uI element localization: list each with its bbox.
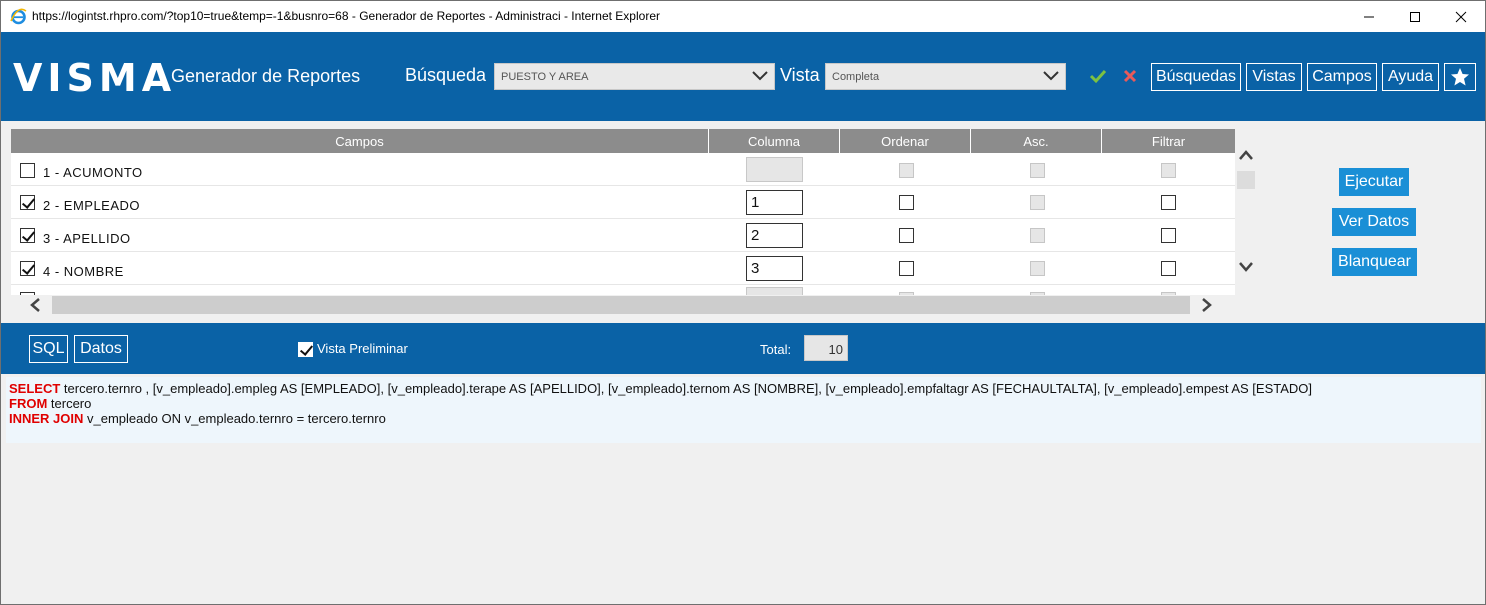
ordenar-checkbox: [899, 292, 914, 295]
header-campos: Campos: [11, 129, 709, 153]
vista-selected-value: Completa: [832, 71, 880, 83]
scroll-up-icon[interactable]: [1239, 149, 1253, 161]
close-icon: [1455, 11, 1467, 22]
field-label: 1 - ACUMONTO: [43, 165, 143, 180]
vista-select[interactable]: Completa: [825, 63, 1066, 90]
sql-keyword-select: SELECT: [9, 381, 61, 396]
vertical-scrollbar-thumb[interactable]: [1237, 171, 1255, 189]
filtrar-checkbox: [1161, 292, 1176, 295]
datos-button[interactable]: Datos: [74, 335, 128, 363]
cancel-x-icon[interactable]: [1122, 68, 1138, 84]
header-columna: Columna: [709, 129, 840, 153]
ordenar-checkbox[interactable]: [899, 195, 914, 210]
asc-checkbox: [1030, 292, 1045, 295]
asc-checkbox: [1030, 261, 1045, 276]
vista-preliminar-checkbox[interactable]: [298, 342, 313, 357]
ayuda-button[interactable]: Ayuda: [1382, 63, 1439, 91]
sql-from-text: tercero: [47, 396, 92, 411]
asc-checkbox: [1030, 195, 1045, 210]
filtrar-checkbox[interactable]: [1161, 261, 1176, 276]
minimize-button[interactable]: [1346, 1, 1392, 32]
grid-header: Campos Columna Ordenar Asc. Filtrar: [11, 129, 1235, 153]
internet-explorer-icon: [10, 8, 27, 25]
ver-datos-button[interactable]: Ver Datos: [1332, 208, 1416, 236]
filtrar-checkbox[interactable]: [1161, 195, 1176, 210]
total-label: Total:: [760, 342, 792, 357]
vistas-button[interactable]: Vistas: [1246, 63, 1302, 91]
busqueda-selected-value: PUESTO Y AREA: [501, 71, 589, 83]
scroll-left-icon[interactable]: [29, 298, 41, 312]
filtrar-checkbox[interactable]: [1161, 228, 1176, 243]
sql-join-text: v_empleado ON v_empleado.ternro = tercer…: [83, 411, 386, 426]
columna-input: [746, 287, 803, 295]
maximize-button[interactable]: [1392, 1, 1438, 32]
field-label: 4 - NOMBRE: [43, 264, 124, 279]
busqueda-select[interactable]: PUESTO Y AREA: [494, 63, 775, 90]
busquedas-button[interactable]: Búsquedas: [1151, 63, 1241, 91]
scroll-down-icon[interactable]: [1239, 261, 1253, 273]
grid-row: 2 - EMPLEADO 1: [11, 186, 1235, 219]
sql-keyword-join: INNER JOIN: [9, 411, 84, 426]
ordenar-checkbox[interactable]: [899, 261, 914, 276]
sql-join-line: INNER JOIN v_empleado ON v_empleado.tern…: [9, 411, 1478, 426]
blanquear-button[interactable]: Blanquear: [1332, 248, 1417, 276]
grid-row: [11, 285, 1235, 295]
minimize-icon: [1364, 16, 1374, 17]
grid-row: 1 - ACUMONTO: [11, 153, 1235, 186]
filtrar-checkbox: [1161, 163, 1176, 178]
visma-logo: VISMA: [13, 56, 177, 100]
chevron-down-icon: [752, 71, 768, 81]
window-title: https://logintst.rhpro.com/?top10=true&t…: [32, 9, 660, 23]
asc-checkbox: [1030, 228, 1045, 243]
busqueda-label: Búsqueda: [405, 65, 487, 85]
total-value: 10: [804, 335, 848, 361]
field-checkbox[interactable]: [20, 163, 35, 178]
app-header: VISMA Generador de Reportes Búsqueda PUE…: [1, 32, 1485, 121]
scroll-right-icon[interactable]: [1201, 298, 1213, 312]
sql-preview: SELECT tercero.ternro , [v_empleado].emp…: [6, 377, 1481, 443]
sql-keyword-from: FROM: [9, 396, 48, 411]
maximize-icon: [1410, 11, 1420, 22]
close-button[interactable]: [1438, 1, 1484, 32]
sql-button[interactable]: SQL: [29, 335, 68, 363]
ejecutar-button[interactable]: Ejecutar: [1339, 168, 1409, 196]
field-label: 3 - APELLIDO: [43, 231, 131, 246]
field-checkbox[interactable]: [20, 195, 35, 210]
star-icon: [1451, 68, 1469, 86]
campos-button[interactable]: Campos: [1307, 63, 1377, 91]
vista-label: Vista: [780, 65, 820, 85]
field-label: 2 - EMPLEADO: [43, 198, 141, 213]
header-filtrar: Filtrar: [1151, 133, 1186, 149]
columna-input[interactable]: 3: [746, 256, 803, 281]
sql-select-text: tercero.ternro , [v_empleado].empleg AS …: [60, 381, 1312, 396]
vista-preliminar-label: Vista Preliminar: [317, 341, 408, 356]
fields-panel: Campos Columna Ordenar Asc. Filtrar 1 - …: [1, 121, 1485, 323]
grid-row: 4 - NOMBRE 3: [11, 252, 1235, 285]
title-bar: https://logintst.rhpro.com/?top10=true&t…: [1, 1, 1485, 32]
browser-window: https://logintst.rhpro.com/?top10=true&t…: [0, 0, 1486, 605]
columna-input[interactable]: 2: [746, 223, 803, 248]
asc-checkbox: [1030, 163, 1045, 178]
columna-input[interactable]: 1: [746, 190, 803, 215]
app-title: Generador de Reportes: [171, 66, 361, 86]
field-checkbox[interactable]: [20, 292, 35, 295]
sql-select-line: SELECT tercero.ternro , [v_empleado].emp…: [9, 381, 1478, 396]
columna-input: [746, 157, 803, 182]
field-checkbox[interactable]: [20, 228, 35, 243]
horizontal-scrollbar-thumb[interactable]: [52, 296, 1190, 314]
ordenar-checkbox[interactable]: [899, 228, 914, 243]
header-ordenar: Ordenar: [840, 129, 971, 153]
results-toolbar: SQL Datos Vista Preliminar Total: 10: [1, 323, 1485, 374]
sql-from-line: FROM tercero: [9, 396, 1478, 411]
grid-row: 3 - APELLIDO 2: [11, 219, 1235, 252]
header-asc: Asc.: [971, 129, 1102, 153]
ordenar-checkbox: [899, 163, 914, 178]
favorite-button[interactable]: [1444, 63, 1476, 91]
confirm-check-icon[interactable]: [1089, 68, 1107, 84]
fields-grid: Campos Columna Ordenar Asc. Filtrar 1 - …: [11, 129, 1235, 295]
field-checkbox[interactable]: [20, 261, 35, 276]
chevron-down-icon: [1043, 71, 1059, 81]
